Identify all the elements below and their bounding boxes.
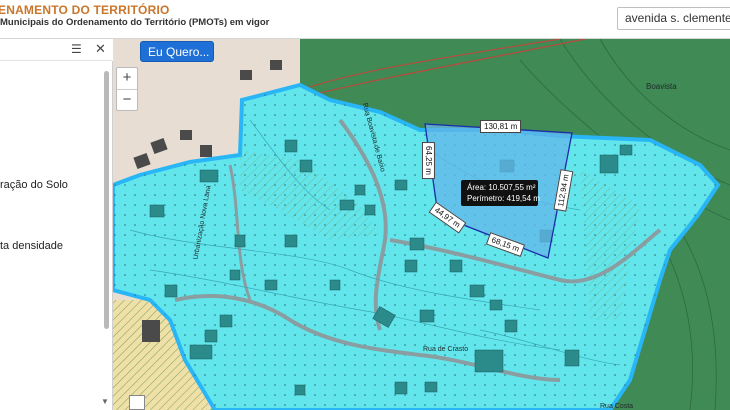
measurement-label: 130,81 m [480, 120, 522, 133]
measurement-tooltip: Área: 10.507,55 m² Perímetro: 419,54 m [461, 180, 540, 206]
scrollbar[interactable] [104, 71, 109, 329]
close-icon[interactable]: ✕ [95, 41, 106, 57]
street-label: Rua de Crasto [423, 346, 469, 353]
scroll-down-icon[interactable]: ▼ [101, 397, 109, 406]
street-label: Rua Costa [600, 403, 634, 410]
layer-item[interactable]: ta densidade [0, 240, 63, 252]
layers-panel: ☰ ✕ ração do Solo ta densidade ▼ [0, 39, 113, 410]
map-view[interactable]: Boavista Rua de Crasto Rua Boavista de B… [113, 39, 730, 410]
app-subtitle: Municipais do Ordenamento do Território … [0, 17, 270, 28]
basemap-toggle-button[interactable] [129, 395, 145, 410]
app-header: ENAMENTO DO TERRITÓRIO Municipais do Ord… [0, 0, 730, 39]
eu-quero-button[interactable]: Eu Quero... [140, 41, 214, 62]
zoom-out-button[interactable]: − [117, 89, 137, 111]
layer-item[interactable]: ração do Solo [0, 179, 68, 191]
area-value: Área: 10.507,55 m² [467, 183, 536, 192]
place-label: Boavista [646, 82, 677, 91]
zoom-control: + − [116, 67, 138, 111]
panel-toolbar: ☰ ✕ [0, 39, 112, 61]
measurement-label: 64,25 m [421, 142, 435, 179]
search-input[interactable]: avenida s. clemente [617, 7, 730, 30]
perimeter-value: Perímetro: 419,54 m [467, 194, 540, 203]
list-icon[interactable]: ☰ [71, 42, 82, 56]
zoom-in-button[interactable]: + [117, 68, 137, 89]
app-title: ENAMENTO DO TERRITÓRIO [0, 3, 170, 17]
